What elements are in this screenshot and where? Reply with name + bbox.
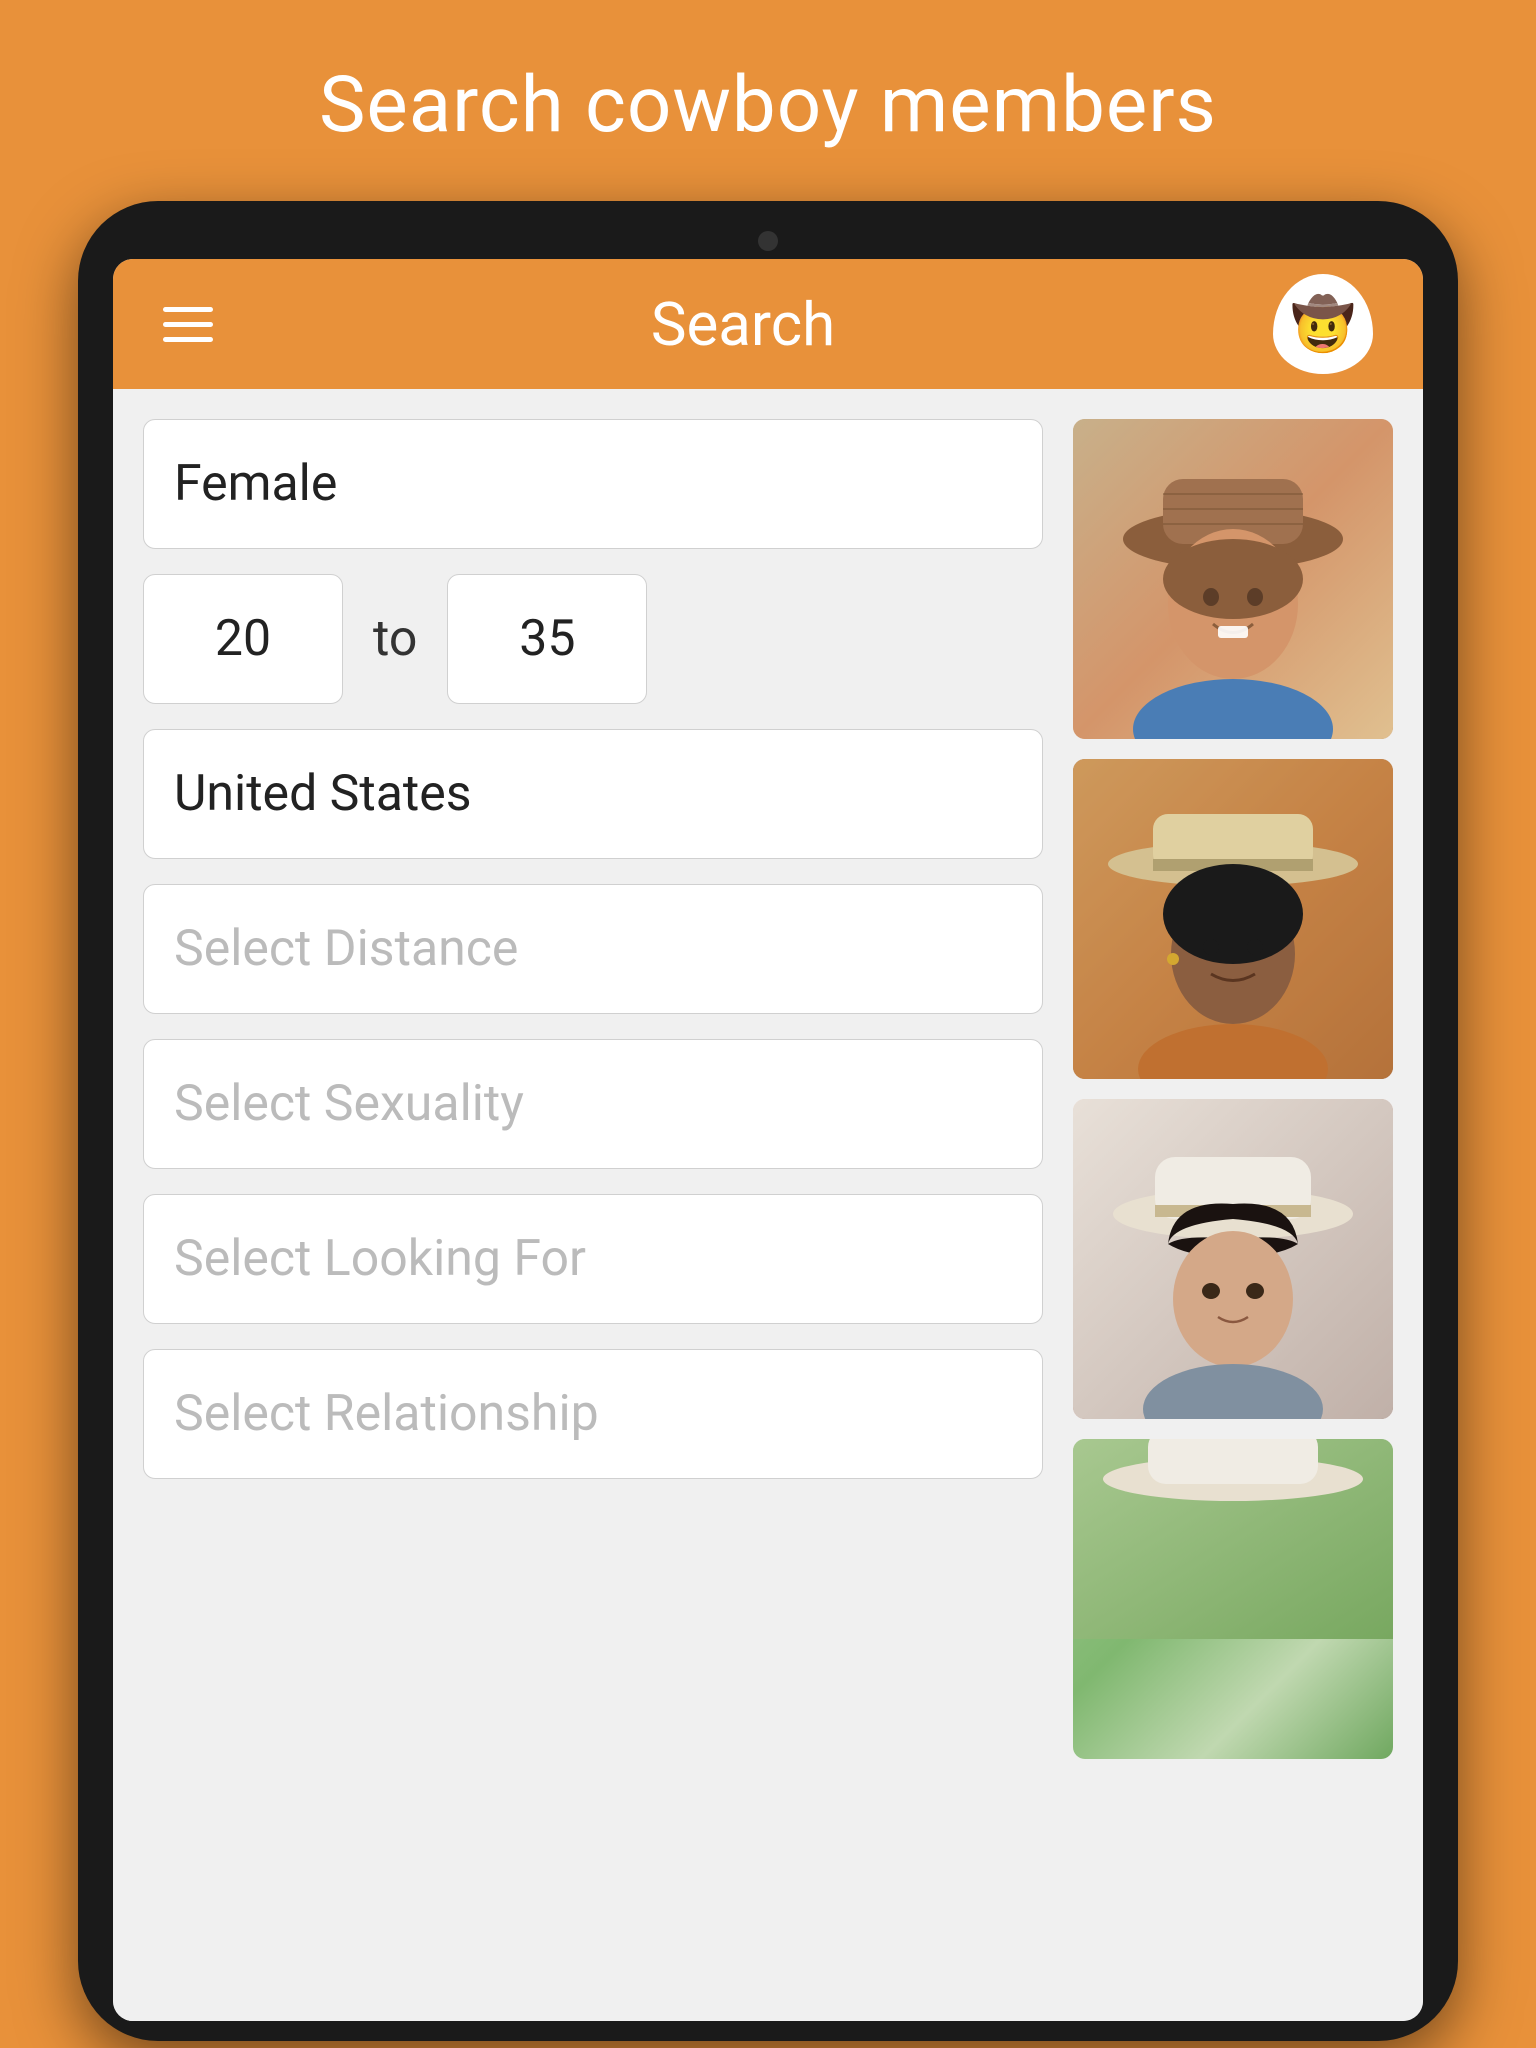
relationship-field[interactable]: Select Relationship <box>143 1349 1043 1479</box>
tablet-screen: Search 🤠 Female 20 to <box>113 259 1423 2021</box>
sexuality-field[interactable]: Select Sexuality <box>143 1039 1043 1169</box>
age-range-row: 20 to 35 <box>143 574 1043 704</box>
gender-field[interactable]: Female <box>143 419 1043 549</box>
tablet-frame: Search 🤠 Female 20 to <box>78 201 1458 2041</box>
camera <box>758 231 778 251</box>
app-title: Search <box>651 289 835 360</box>
member-photo-2[interactable] <box>1073 759 1393 1079</box>
member-photo-1[interactable] <box>1073 419 1393 739</box>
age-from-field[interactable]: 20 <box>143 574 343 704</box>
member-photo-3[interactable] <box>1073 1099 1393 1419</box>
app-content: Female 20 to 35 United States <box>113 389 1423 2021</box>
app-logo[interactable]: 🤠 <box>1273 274 1373 374</box>
country-field[interactable]: United States <box>143 729 1043 859</box>
member-photo-4[interactable] <box>1073 1439 1393 1759</box>
age-separator: to <box>363 610 427 668</box>
hamburger-menu[interactable] <box>163 307 213 342</box>
search-form: Female 20 to 35 United States <box>143 419 1043 1991</box>
page-title: Search cowboy members <box>279 0 1257 201</box>
age-to-field[interactable]: 35 <box>447 574 647 704</box>
member-photos <box>1073 419 1393 1991</box>
app-header: Search 🤠 <box>113 259 1423 389</box>
looking-for-field[interactable]: Select Looking For <box>143 1194 1043 1324</box>
cowboy-icon: 🤠 <box>1291 294 1356 355</box>
distance-field[interactable]: Select Distance <box>143 884 1043 1014</box>
